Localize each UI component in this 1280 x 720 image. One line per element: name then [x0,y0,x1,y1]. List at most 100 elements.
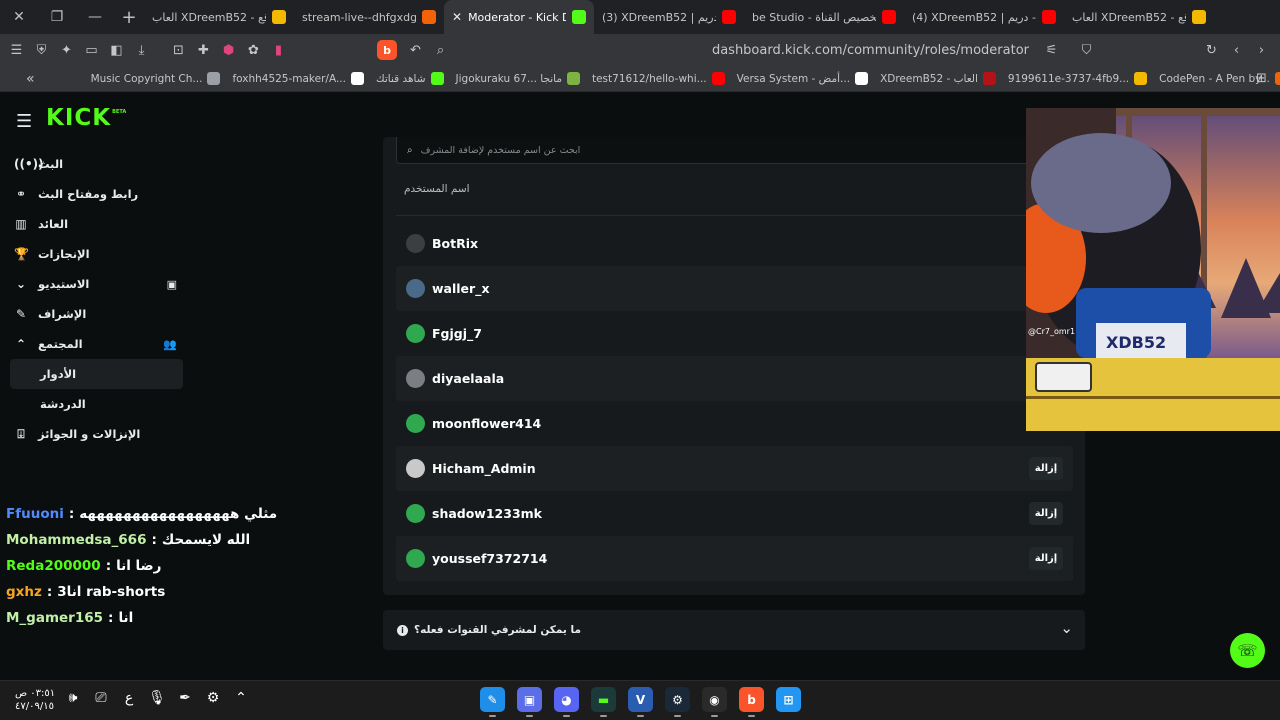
network-icon[interactable]: ⎚ [92,690,110,706]
brave-shield-icon[interactable]: b [377,40,397,60]
sidebar-item-achievements[interactable]: 🏆 الإنجازات [10,239,183,269]
moderator-username[interactable]: Hicham_Admin [432,461,536,476]
tab-title: Moderator - Kick Dash [468,10,566,24]
chat-username[interactable]: M_gamer165 [6,610,103,626]
bookmark-favicon-icon [207,72,221,85]
puzzle-icon[interactable]: ✚ [191,38,216,63]
chevron-double-left-icon[interactable]: « [0,71,35,87]
extensions-icon[interactable]: ✦ [54,38,79,63]
faq-moderator-permissions[interactable]: i ما يمكن لمشرفي القنوات فعله؟ ⌄ [383,610,1085,650]
kick-logo[interactable]: KICKBETA [46,105,126,131]
remove-moderator-button[interactable]: إزالة [1029,502,1063,525]
chat-message: Mohammedsa_666: الله لايسمحك [6,527,250,553]
moderator-username[interactable]: Fgjgj_7 [432,326,482,341]
remove-moderator-button[interactable]: إزالة [1029,457,1063,480]
chat-username[interactable]: Reda200000 [6,558,101,574]
minimize-window-icon[interactable]: — [76,0,114,34]
terminal-icon[interactable]: ▬ [591,687,616,717]
bookmark-item[interactable]: 9199611e-3737-4fb9... [1008,72,1159,85]
bookmark-label: test71612/hello-whi... [591,72,707,85]
bookmark-label: 9199611e-3737-4fb9... [1007,72,1130,85]
moderator-username[interactable]: moonflower414 [432,416,541,431]
moderator-search-input[interactable]: ⌕ ابحث عن اسم مستخدم لإضافة المشرف [396,137,1085,164]
bookmark-favicon-icon [566,72,580,85]
share-icon[interactable]: ↶ [403,38,428,63]
sidebar-item-broadcast[interactable]: ((•)) البث [10,149,183,179]
close-window-icon[interactable]: ✕ [0,0,38,34]
brave-browser-icon[interactable]: b [739,687,764,717]
bookmark-item[interactable]: foxhh4525-maker/A... [232,72,376,85]
sidebar-item-moderation[interactable]: ✎ الإشراف [10,299,183,329]
restore-window-icon[interactable]: ❐ [38,0,76,34]
sidebar-item-revenue[interactable]: ▥ العائد [10,209,183,239]
chat-username[interactable]: Mohammedsa_666 [6,532,146,548]
chevron-up-icon: ⌃ [15,337,27,351]
bookmark-item[interactable]: شاهد قناتك [376,72,456,85]
bookmark-item[interactable]: test71612/hello-whi... [592,72,737,85]
moderator-username[interactable]: shadow1233mk [432,506,542,521]
steam-tray-icon[interactable]: ⚙ [204,690,222,706]
sidebar-item-community[interactable]: ⌃ المجتمع 👥 [10,329,183,359]
sidebar-item-studio[interactable]: ⌄ الاستيديو ▣ [10,269,183,299]
microphone-icon[interactable]: 🎙 [148,690,166,706]
sidebar-item-stream-key[interactable]: ⚭ رابط ومفتاح البث [10,179,183,209]
chat-username[interactable]: Ffuuoni [6,506,64,522]
faq-title: ما يمكن لمشرفي القنوات فعله؟ [414,624,581,636]
extension-bars-icon[interactable]: ▮ [266,38,291,63]
bookmark-icon[interactable]: ⛉ [1074,38,1099,63]
browser-tab-strip: ✕ ❐ — + العاب XDreemB52 - موقع stream-liv… [0,0,1280,34]
chat-username[interactable]: gxhz [6,584,42,600]
hamburger-icon[interactable]: ☰ [16,111,32,132]
tabs-icon[interactable]: ▭ [79,38,104,63]
reload-icon[interactable]: ↻ [1199,38,1224,63]
close-tab-icon[interactable]: ✕ [452,10,462,24]
moderator-username[interactable]: diyaelaala [432,371,504,386]
sidebar-item-chat[interactable]: الدردشة [10,389,183,419]
browser-tab[interactable]: ✕ Moderator - Kick Dash [444,0,594,34]
moderator-username[interactable]: youssef7372714 [432,551,547,566]
support-chat-button[interactable]: ☏ [1230,633,1265,668]
sidebar-item-drops[interactable]: ⍗ الإنزالات و الجوائز [10,419,183,449]
moderator-username[interactable]: waller_x [432,281,490,296]
remove-moderator-button[interactable]: إزالة [1029,547,1063,570]
sidebar-icon[interactable]: ◧ [104,38,129,63]
app-box-icon[interactable]: ▣ [517,687,542,717]
steam-icon[interactable]: ⚙ [665,687,690,717]
shield-icon[interactable]: ⛨ [29,38,54,63]
pen-icon[interactable]: ✒ [176,690,194,706]
bookmark-item[interactable]: Music Copyright Ch... [91,72,233,85]
moderator-username[interactable]: BotRix [432,236,478,251]
back-arrow-icon[interactable]: ‹ [1224,38,1249,63]
forward-arrow-icon[interactable]: › [1249,38,1274,63]
browser-tab[interactable]: العاب XDreemB52 - موقع [144,0,294,34]
bookmark-item[interactable]: Versa System - أمض... [737,72,880,85]
browser-tab[interactable]: (4) XDreemB52 | دريم - You [904,0,1064,34]
search-icon[interactable]: ⌕ [428,38,453,63]
system-clock[interactable]: ٠٣:٥١ ص ٤٧/٠٩/١٥ [15,687,55,713]
volume-icon[interactable]: 🕪 [64,690,82,706]
browser-tab[interactable]: be Studio - تخصيص القناة [744,0,904,34]
site-settings-icon[interactable]: ⚟ [1039,38,1064,63]
language-indicator[interactable]: ع [120,690,138,706]
browser-tab[interactable]: (3) XDreemB52 | دريم - You [594,0,744,34]
bookmark-item[interactable]: XDreemB52 - العاب [880,72,1008,85]
avatar [406,324,425,343]
new-tab-button[interactable]: + [114,0,144,34]
sidebar-item-roles[interactable]: الأدوار [10,359,183,389]
obs-icon[interactable]: ◉ [702,687,727,717]
app-paint-icon[interactable]: ✎ [480,687,505,717]
windows-start-icon[interactable]: ⊞ [776,687,801,712]
extension-flower-icon[interactable]: ✿ [241,38,266,63]
menu-icon[interactable]: ☰ [4,38,29,63]
download-icon[interactable]: ⤓ [129,38,154,63]
apps-grid-icon[interactable]: ⊞ [1249,66,1274,91]
chevron-up-icon[interactable]: ⌃ [232,690,250,706]
screenshot-icon[interactable]: ⊡ [166,38,191,63]
address-bar[interactable]: dashboard.kick.com/community/roles/moder… [453,43,1039,58]
browser-tab[interactable]: العاب XDreemB52 - موقع [1064,0,1214,34]
discord-icon[interactable]: ◕ [554,687,579,717]
app-v-icon[interactable]: V [628,687,653,717]
bookmark-item[interactable]: Jigokuraku 67... مانجا [456,72,592,85]
browser-tab[interactable]: stream-live--dhfgxdgd.rep [294,0,444,34]
extension-pink-icon[interactable]: ⬢ [216,38,241,63]
